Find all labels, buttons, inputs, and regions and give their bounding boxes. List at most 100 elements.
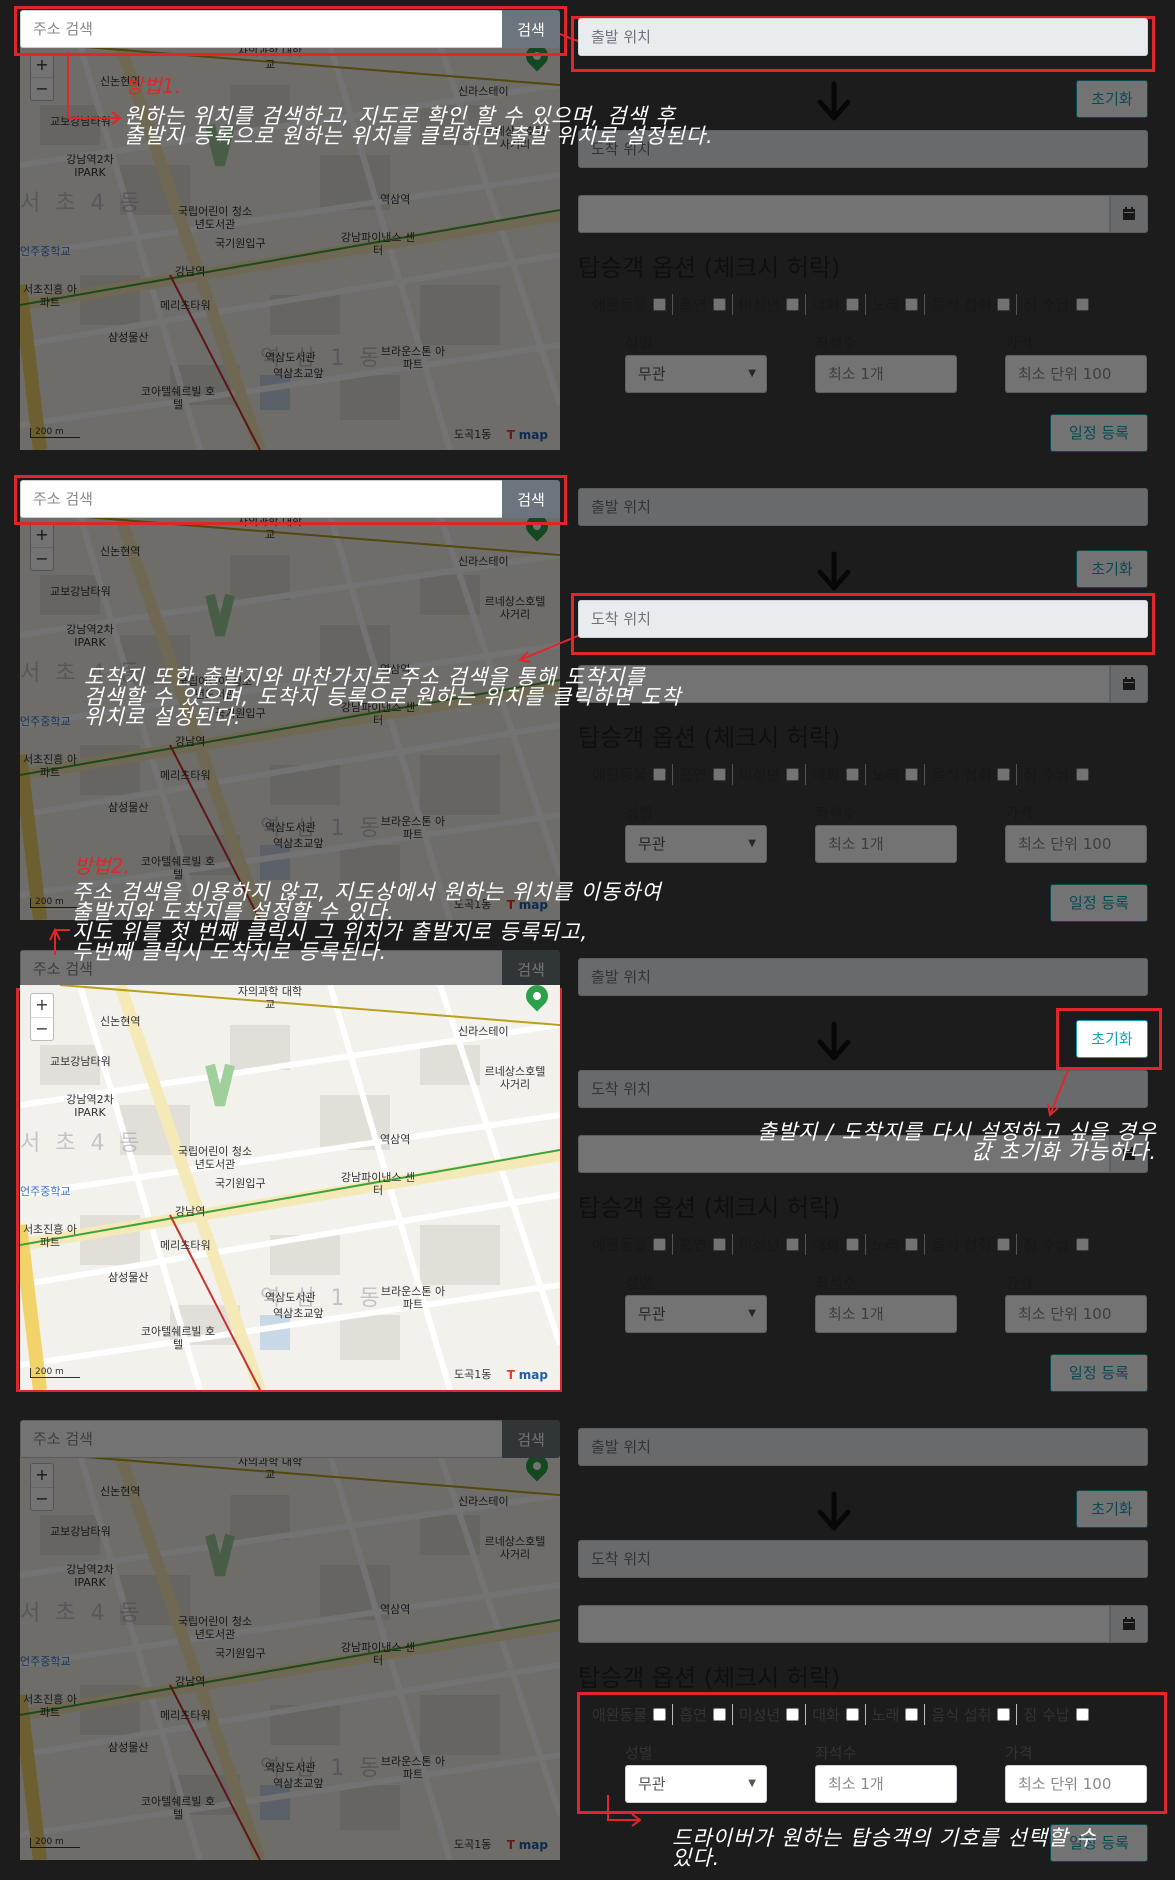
checkbox[interactable]: [712, 1238, 726, 1251]
checkbox[interactable]: [1075, 768, 1089, 781]
seats-input[interactable]: 최소 1개: [815, 1765, 957, 1803]
search-button[interactable]: 검색: [502, 10, 560, 48]
zoom-out-button[interactable]: −: [31, 548, 53, 572]
checkbox[interactable]: [786, 1708, 800, 1721]
gender-select[interactable]: 무관 ▼: [625, 1765, 767, 1803]
checkbox[interactable]: [905, 298, 919, 311]
option-minor[interactable]: 미성년: [739, 1704, 807, 1725]
checkbox[interactable]: [905, 1708, 919, 1721]
address-search-input[interactable]: [20, 10, 502, 48]
gender-select[interactable]: 무관 ▼: [625, 1295, 767, 1333]
option-food[interactable]: 음식 섭취: [931, 1234, 1018, 1255]
price-input[interactable]: 최소 단위 100: [1005, 825, 1147, 863]
zoom-in-button[interactable]: +: [31, 1464, 53, 1488]
date-input[interactable]: [578, 1605, 1110, 1643]
map-view[interactable]: 서 초 4 동 역 삼 1 동 자의과학 대학교 신논현역 교보강남타워 강남역…: [20, 1455, 560, 1860]
option-smoking[interactable]: 흡연: [679, 1704, 733, 1725]
checkbox[interactable]: [997, 1708, 1011, 1721]
seats-input[interactable]: 최소 1개: [815, 1295, 957, 1333]
gender-select[interactable]: 무관 ▼: [625, 355, 767, 393]
checkbox[interactable]: [786, 768, 800, 781]
zoom-out-button[interactable]: −: [31, 1018, 53, 1042]
option-minor[interactable]: 미성년: [739, 1234, 807, 1255]
date-input[interactable]: [578, 195, 1110, 233]
register-schedule-button[interactable]: 일정 등록: [1050, 884, 1148, 922]
start-location-field[interactable]: 출발 위치: [578, 1428, 1148, 1466]
checkbox[interactable]: [1075, 1708, 1089, 1721]
start-location-field[interactable]: 출발 위치: [578, 18, 1148, 56]
option-minor[interactable]: 미성년: [739, 294, 807, 315]
checkbox[interactable]: [786, 1238, 800, 1251]
zoom-in-button[interactable]: +: [31, 54, 53, 78]
end-location-field[interactable]: 도착 위치: [578, 1540, 1148, 1578]
checkbox[interactable]: [905, 768, 919, 781]
option-smoking[interactable]: 흡연: [679, 294, 733, 315]
checkbox[interactable]: [845, 1238, 859, 1251]
calendar-icon[interactable]: [1110, 665, 1148, 703]
option-conversation[interactable]: 대화: [812, 1704, 866, 1725]
date-picker[interactable]: [578, 195, 1148, 233]
calendar-icon[interactable]: [1110, 195, 1148, 233]
price-input[interactable]: 최소 단위 100: [1005, 1765, 1147, 1803]
checkbox[interactable]: [712, 768, 726, 781]
zoom-in-button[interactable]: +: [31, 994, 53, 1018]
checkbox[interactable]: [1075, 1238, 1089, 1251]
option-minor[interactable]: 미성년: [739, 764, 807, 785]
checkbox[interactable]: [997, 298, 1011, 311]
checkbox[interactable]: [845, 768, 859, 781]
option-luggage[interactable]: 짐 수납: [1023, 1234, 1094, 1255]
reset-button[interactable]: 초기화: [1076, 80, 1148, 118]
option-pets[interactable]: 애완동물: [592, 1704, 674, 1725]
option-pets[interactable]: 애완동물: [592, 1234, 674, 1255]
option-pets[interactable]: 애완동물: [592, 764, 674, 785]
option-pets[interactable]: 애완동물: [592, 294, 674, 315]
option-luggage[interactable]: 짐 수납: [1023, 764, 1094, 785]
reset-button[interactable]: 초기화: [1076, 1490, 1148, 1528]
option-conversation[interactable]: 대화: [812, 1234, 866, 1255]
reset-button[interactable]: 초기화: [1076, 550, 1148, 588]
start-location-field[interactable]: 출발 위치: [578, 488, 1148, 526]
option-food[interactable]: 음식 섭취: [931, 764, 1018, 785]
zoom-out-button[interactable]: −: [31, 1488, 53, 1512]
checkbox[interactable]: [712, 1708, 726, 1721]
checkbox[interactable]: [845, 298, 859, 311]
checkbox[interactable]: [905, 1238, 919, 1251]
option-luggage[interactable]: 짐 수납: [1023, 1704, 1094, 1725]
option-conversation[interactable]: 대화: [812, 764, 866, 785]
seats-input[interactable]: 최소 1개: [815, 355, 957, 393]
checkbox[interactable]: [712, 298, 726, 311]
option-singing[interactable]: 노래: [872, 294, 926, 315]
checkbox[interactable]: [997, 768, 1011, 781]
option-conversation[interactable]: 대화: [812, 294, 866, 315]
search-button[interactable]: 검색: [502, 950, 560, 988]
register-schedule-button[interactable]: 일정 등록: [1050, 1354, 1148, 1392]
checkbox[interactable]: [997, 1238, 1011, 1251]
seats-input[interactable]: 최소 1개: [815, 825, 957, 863]
checkbox[interactable]: [1075, 298, 1089, 311]
checkbox[interactable]: [845, 1708, 859, 1721]
option-singing[interactable]: 노래: [872, 764, 926, 785]
gender-select[interactable]: 무관 ▼: [625, 825, 767, 863]
price-input[interactable]: 최소 단위 100: [1005, 1295, 1147, 1333]
option-singing[interactable]: 노래: [872, 1704, 926, 1725]
search-button[interactable]: 검색: [502, 1420, 560, 1458]
map-view[interactable]: 서 초 4 동 역 삼 1 동 자의과학 대학교 신논현역 교보강남타워 강남역…: [20, 985, 560, 1390]
zoom-in-button[interactable]: +: [31, 524, 53, 548]
end-location-field[interactable]: 도착 위치: [578, 1070, 1148, 1108]
start-location-field[interactable]: 출발 위치: [578, 958, 1148, 996]
checkbox[interactable]: [653, 768, 667, 781]
address-search-input[interactable]: [20, 1420, 502, 1458]
checkbox[interactable]: [653, 1238, 667, 1251]
option-smoking[interactable]: 흡연: [679, 1234, 733, 1255]
checkbox[interactable]: [786, 298, 800, 311]
search-button[interactable]: 검색: [502, 480, 560, 518]
price-input[interactable]: 최소 단위 100: [1005, 355, 1147, 393]
option-food[interactable]: 음식 섭취: [931, 1704, 1018, 1725]
date-picker[interactable]: [578, 1605, 1148, 1643]
reset-button[interactable]: 초기화: [1076, 1020, 1148, 1058]
option-singing[interactable]: 노래: [872, 1234, 926, 1255]
checkbox[interactable]: [653, 298, 667, 311]
end-location-field[interactable]: 도착 위치: [578, 600, 1148, 638]
address-search-input[interactable]: [20, 480, 502, 518]
register-schedule-button[interactable]: 일정 등록: [1050, 414, 1148, 452]
